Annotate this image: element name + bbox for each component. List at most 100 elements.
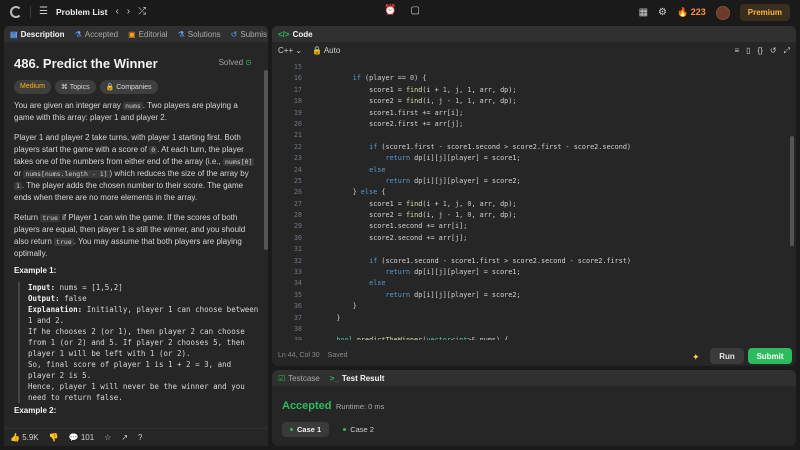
code-line[interactable]: 31 (272, 244, 796, 255)
code-line[interactable]: 37 } (272, 313, 796, 324)
code-line[interactable]: 21 (272, 130, 796, 141)
code-text: score2 = find(i, j - 1, 1, arr, dp); (320, 97, 517, 106)
code-line[interactable]: 29 score1.second += arr[i]; (272, 221, 796, 232)
line-number: 19 (293, 108, 302, 117)
line-number: 26 (293, 188, 302, 197)
star-icon[interactable]: ☆ (104, 433, 111, 442)
comments-button[interactable]: 💬 101 (69, 433, 95, 442)
code-line[interactable]: 15 (272, 62, 796, 73)
code-line[interactable]: 39 bool predictTheWinner(vector<int>& nu… (272, 335, 796, 340)
code-line[interactable]: 16 if (player == 0) { (272, 73, 796, 84)
settings-icon[interactable]: ⚙ (658, 7, 667, 18)
timer-icon[interactable]: ⏰ (384, 6, 396, 16)
code-text: score2.first += arr[j]; (320, 119, 464, 128)
magic-icon[interactable]: ✦ (692, 352, 700, 363)
tab-solutions[interactable]: ⚗ Solutions (178, 30, 221, 39)
chevron-left-icon[interactable]: ‹ (115, 7, 118, 17)
tab-testcase[interactable]: ☑ Testcase (278, 374, 320, 383)
grid-icon[interactable]: ▦ (639, 7, 648, 18)
lock-icon: 🔒 (105, 84, 117, 91)
code-icon: </> (278, 29, 290, 39)
code-line[interactable]: 26 } else { (272, 187, 796, 198)
code-line[interactable]: 35 return dp[i][j][player] = score2; (272, 290, 796, 301)
code-line[interactable]: 30 score2.second += arr[j]; (272, 233, 796, 244)
shuffle-icon[interactable]: ⤮ (138, 7, 146, 17)
difficulty-badge[interactable]: Medium (14, 80, 51, 94)
code-line[interactable]: 24 else (272, 165, 796, 176)
tab-description[interactable]: ▤ Description (10, 30, 65, 39)
submit-button[interactable]: Submit (748, 348, 792, 364)
case-1-tab[interactable]: Case 1 (282, 422, 330, 437)
code-line[interactable]: 34 else (272, 278, 796, 289)
tab-code[interactable]: </> Code (278, 30, 313, 39)
reset-icon[interactable]: ↺ (770, 46, 777, 56)
list-icon[interactable]: ☰ (39, 7, 48, 17)
leetcode-logo-icon[interactable] (10, 6, 22, 18)
dislike-icon[interactable]: 👎 (49, 433, 59, 442)
case-2-tab[interactable]: Case 2 (335, 422, 382, 437)
share-icon[interactable]: ↗ (121, 433, 128, 442)
code-line[interactable]: 20 score2.first += arr[j]; (272, 119, 796, 130)
code-line[interactable]: 32 if (score1.second - score1.first > sc… (272, 256, 796, 267)
code-line[interactable]: 38 (272, 324, 796, 335)
code-text: else (369, 279, 386, 288)
code-text: return dp[i][j][player] = score1; (385, 154, 521, 163)
line-number: 32 (293, 256, 302, 265)
line-number: 38 (293, 324, 302, 333)
chevron-right-icon[interactable]: › (127, 7, 130, 17)
text: ) which reduces the size of the array by (109, 169, 249, 178)
inline-code: 0 (149, 146, 158, 154)
scrollbar[interactable] (790, 136, 794, 246)
tab-accepted[interactable]: ⚗ Accepted (75, 30, 119, 39)
language-select[interactable]: C++ ⌄ (278, 46, 302, 55)
code-editor[interactable]: 15 16 if (player == 0) {17 score1 = find(… (272, 62, 796, 340)
example-1-block: Input: nums = [1,5,2] Output: false Expl… (18, 282, 262, 403)
code-line[interactable]: 19 score1.first += arr[i]; (272, 108, 796, 119)
pass-dot-icon (343, 428, 347, 431)
line-number: 37 (293, 313, 302, 322)
tab-test-result[interactable]: >_ Test Result (330, 374, 385, 383)
inline-code: nums (123, 102, 143, 110)
tab-label: Editorial (138, 29, 168, 39)
line-number: 34 (293, 279, 302, 288)
line-number: 21 (293, 131, 302, 140)
solved-status: Solved ⊙ (219, 58, 252, 67)
inline-code: nums[0] (223, 158, 255, 166)
inline-code: true (40, 214, 60, 222)
line-number: 22 (293, 142, 302, 151)
code-line[interactable]: 28 score2 = find(i, j - 1, 0, arr, dp); (272, 210, 796, 221)
code-line[interactable]: 36 } (272, 301, 796, 312)
tab-submissions[interactable]: ↺ Submis (231, 30, 267, 39)
bookmark-icon[interactable]: ▯ (746, 46, 750, 56)
check-circle-icon: ⊙ (245, 58, 252, 67)
code-line[interactable]: 33 return dp[i][j][player] = score1; (272, 267, 796, 278)
note-icon[interactable]: ▢ (410, 6, 419, 16)
problem-list-link[interactable]: Problem List (56, 7, 107, 17)
code-line[interactable]: 22 if (score1.first - score1.second > sc… (272, 142, 796, 153)
code-line[interactable]: 25 return dp[i][j][player] = score2; (272, 176, 796, 187)
run-button[interactable]: Run (710, 348, 744, 364)
tag-icon: ⌘ (60, 84, 70, 91)
avatar[interactable] (715, 5, 730, 20)
code-line[interactable]: 17 score1 = find(i + 1, j, 1, arr, dp); (272, 85, 796, 96)
scrollbar[interactable] (264, 70, 268, 250)
like-button[interactable]: 👍 5.9K (10, 433, 39, 442)
expand-icon[interactable]: ⤢ (784, 46, 790, 56)
help-icon[interactable]: ? (138, 433, 142, 442)
tab-label: Testcase (288, 373, 320, 383)
code-text: return dp[i][j][player] = score2; (385, 176, 521, 185)
companies-pill[interactable]: 🔒 Companies (99, 80, 158, 94)
code-line[interactable]: 27 score1 = find(i + 1, j, 0, arr, dp); (272, 199, 796, 210)
tab-editorial[interactable]: ▣ Editorial (128, 30, 167, 39)
topics-pill[interactable]: ⌘ Topics (54, 80, 96, 94)
streak-counter[interactable]: 🔥 223 (677, 7, 706, 18)
input-label: Input: (28, 283, 56, 292)
premium-button[interactable]: Premium (739, 4, 790, 21)
format-icon[interactable]: ≡ (734, 46, 739, 56)
auto-toggle[interactable]: 🔒 Auto (312, 46, 340, 55)
divider (30, 6, 31, 18)
code-line[interactable]: 18 score2 = find(i, j - 1, 1, arr, dp); (272, 96, 796, 107)
braces-icon[interactable]: {} (758, 46, 763, 56)
line-number: 31 (293, 245, 302, 254)
code-line[interactable]: 23 return dp[i][j][player] = score1; (272, 153, 796, 164)
